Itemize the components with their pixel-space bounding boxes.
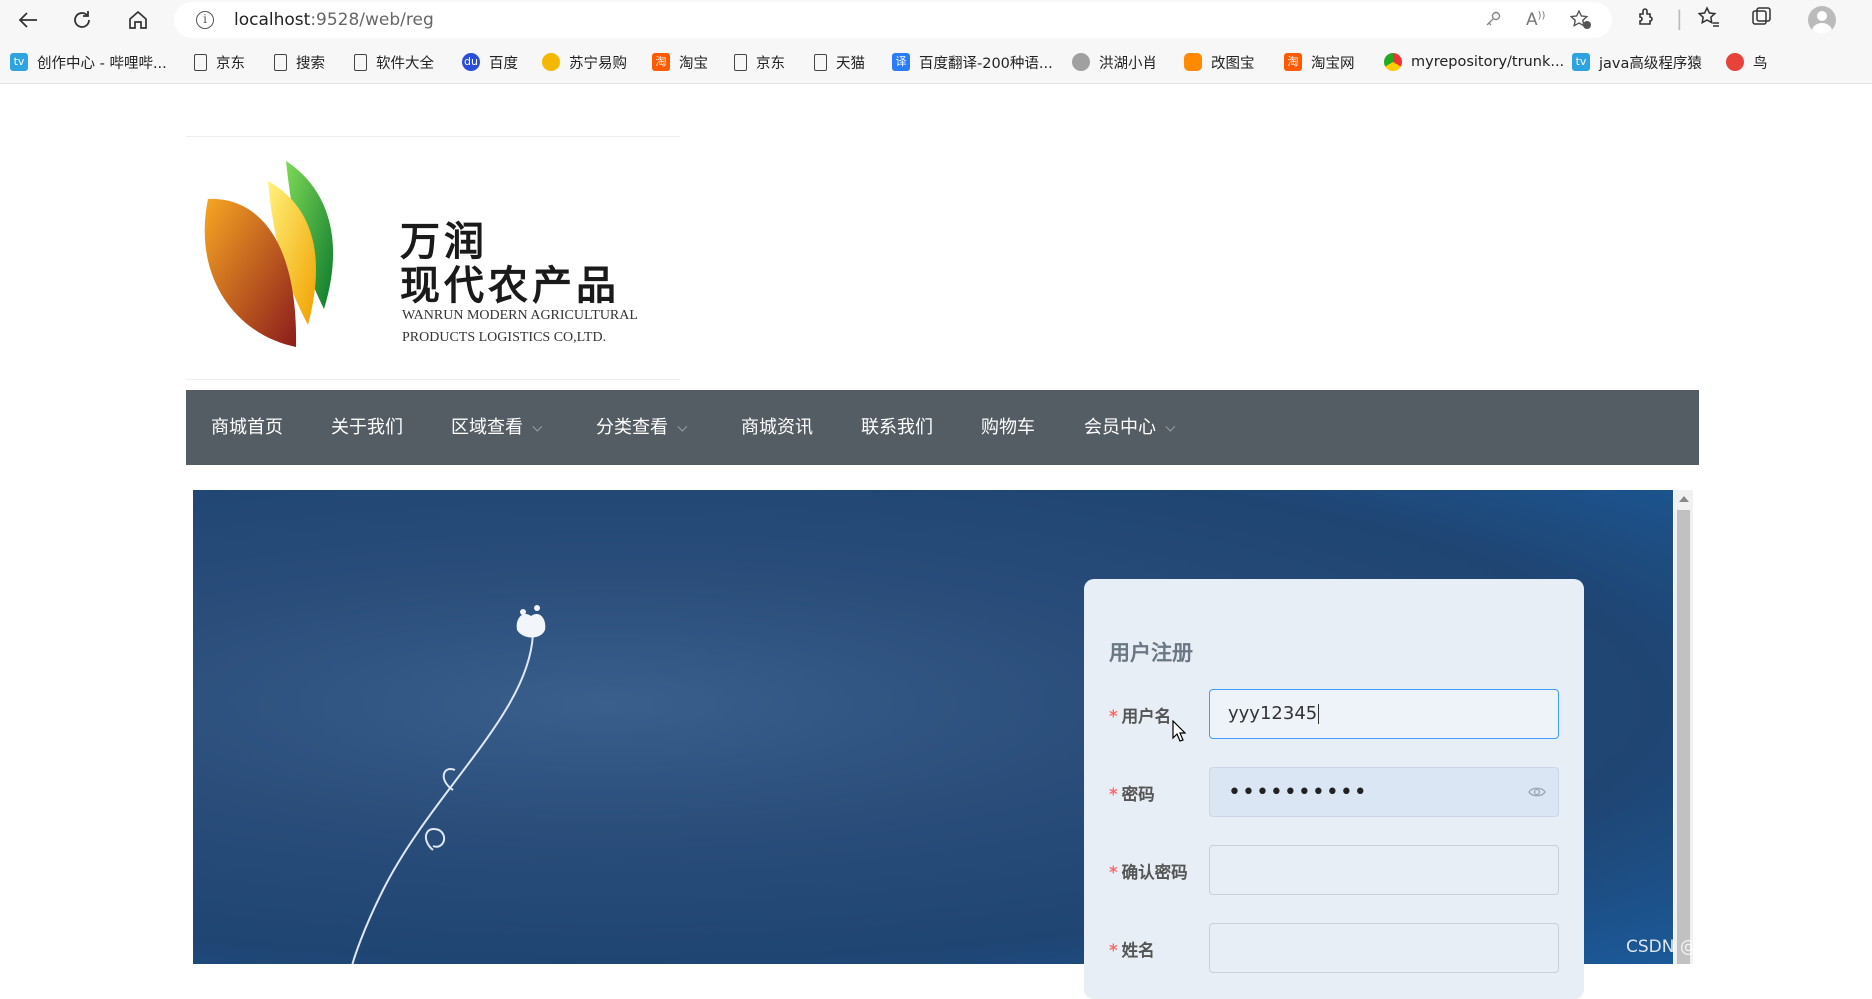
baidu-icon: du bbox=[462, 53, 480, 71]
page-icon bbox=[734, 53, 747, 71]
red-bird-icon bbox=[1726, 53, 1744, 71]
nav-item-home[interactable]: 商城首页 bbox=[211, 390, 283, 465]
username-label: * 用户名 bbox=[1109, 707, 1172, 726]
register-form-card: 用户注册 * 用户名 yyy12345 * 密码 •••••••••• * 确认密码 … bbox=[1084, 579, 1584, 999]
bookmark-item[interactable]: 搜索 bbox=[274, 51, 325, 73]
page-icon bbox=[354, 53, 367, 71]
nav-item-category[interactable]: 分类查看 bbox=[596, 390, 688, 465]
chevron-down-icon bbox=[532, 421, 543, 432]
profile-avatar-icon[interactable] bbox=[1808, 6, 1836, 34]
bookmark-item[interactable]: tv 创作中心 - 哔哩哔... bbox=[10, 51, 167, 73]
scroll-up-icon[interactable] bbox=[1679, 496, 1689, 502]
nav-item-cart[interactable]: 购物车 bbox=[981, 390, 1035, 465]
address-bar[interactable]: i localhost:9528/web/reg A)) bbox=[174, 2, 1612, 38]
bookmark-item[interactable]: 软件大全 bbox=[354, 51, 434, 73]
url-text: localhost:9528/web/reg bbox=[234, 10, 434, 30]
logo-leaves-icon bbox=[204, 161, 334, 347]
bookmark-item[interactable]: du 百度 bbox=[462, 51, 518, 73]
key-icon[interactable] bbox=[1484, 10, 1502, 33]
bookmarks-bar: tv 创作中心 - 哔哩哔... 京东 搜索 软件大全 du 百度 苏宁易购 淘淘宝… bbox=[0, 40, 1872, 84]
confirm-password-input[interactable] bbox=[1209, 845, 1559, 895]
read-aloud-icon[interactable]: A)) bbox=[1526, 10, 1545, 30]
eye-icon[interactable] bbox=[1528, 783, 1546, 801]
bookmark-item[interactable]: 苏宁易购 bbox=[542, 51, 627, 73]
csdn-watermark: CSDN @程序猿毕业分享网 bbox=[1626, 937, 1833, 957]
confirm-password-label: * 确认密码 bbox=[1109, 863, 1188, 882]
chrome-icon bbox=[1384, 53, 1402, 71]
nav-item-news[interactable]: 商城资讯 bbox=[741, 390, 813, 465]
nav-item-about[interactable]: 关于我们 bbox=[331, 390, 403, 465]
logo-en-line1: WANRUN MODERN AGRICULTURAL bbox=[402, 308, 638, 323]
password-input[interactable]: •••••••••• bbox=[1209, 767, 1559, 817]
register-title: 用户注册 bbox=[1109, 641, 1193, 665]
back-icon[interactable] bbox=[14, 6, 42, 34]
main-nav: 商城首页 关于我们 区域查看 分类查看 商城资讯 联系我们 购物车 会员中心 bbox=[186, 390, 1699, 465]
bilibili-icon: tv bbox=[10, 53, 28, 71]
bookmark-item[interactable]: 洪湖小肖 bbox=[1072, 51, 1157, 73]
name-label: * 姓名 bbox=[1109, 941, 1155, 960]
bookmark-item[interactable]: 淘淘宝网 bbox=[1284, 51, 1355, 73]
bookmark-item[interactable]: 京东 bbox=[194, 51, 245, 73]
home-icon[interactable] bbox=[124, 6, 152, 34]
favorites-icon[interactable] bbox=[1697, 6, 1720, 33]
password-label: * 密码 bbox=[1109, 785, 1155, 804]
bookmark-item[interactable]: tv java高级程序猿 bbox=[1572, 51, 1702, 73]
suning-icon bbox=[542, 53, 560, 71]
username-input[interactable]: yyy12345 bbox=[1209, 689, 1559, 739]
scroll-thumb[interactable] bbox=[1677, 510, 1690, 964]
hero-scrollbar[interactable] bbox=[1674, 490, 1693, 964]
favorite-add-icon[interactable] bbox=[1569, 9, 1592, 35]
mouse-pointer-icon bbox=[1172, 719, 1187, 746]
bookmark-item[interactable]: 天猫 bbox=[814, 51, 865, 73]
reload-icon[interactable] bbox=[68, 6, 96, 34]
site-logo[interactable]: 万润 现代农产品 WANRUN MODERN AGRICULTURAL PROD… bbox=[186, 136, 680, 380]
logo-en-line2: PRODUCTS LOGISTICS CO,LTD. bbox=[402, 330, 607, 345]
nav-item-region[interactable]: 区域查看 bbox=[451, 390, 543, 465]
taobao-icon: 淘 bbox=[652, 53, 670, 71]
toolbar-divider: | bbox=[1676, 6, 1683, 30]
name-input[interactable] bbox=[1209, 923, 1559, 973]
extensions-icon[interactable] bbox=[1636, 6, 1658, 33]
gaitubao-icon bbox=[1184, 53, 1202, 71]
bird-icon bbox=[1072, 53, 1090, 71]
page-icon bbox=[194, 53, 207, 71]
browser-toolbar: i localhost:9528/web/reg A)) | bbox=[0, 0, 1872, 40]
taobao-icon: 淘 bbox=[1284, 53, 1302, 71]
page-icon bbox=[814, 53, 827, 71]
nav-item-member[interactable]: 会员中心 bbox=[1084, 390, 1176, 465]
bookmark-item[interactable]: myrepository/trunk... bbox=[1384, 51, 1564, 73]
bookmark-item[interactable]: 京东 bbox=[734, 51, 785, 73]
logo-cn-line2: 现代农产品 bbox=[400, 262, 620, 309]
bookmark-item[interactable]: 淘淘宝 bbox=[652, 51, 708, 73]
bookmark-item[interactable]: 译百度翻译-200种语... bbox=[892, 51, 1053, 73]
bookmark-item[interactable]: 鸟 bbox=[1726, 51, 1768, 73]
nav-item-contact[interactable]: 联系我们 bbox=[861, 390, 933, 465]
page-icon bbox=[274, 53, 287, 71]
bookmark-item[interactable]: 改图宝 bbox=[1184, 51, 1255, 73]
chevron-down-icon bbox=[1165, 421, 1176, 432]
translate-icon: 译 bbox=[892, 53, 910, 71]
collections-icon[interactable] bbox=[1750, 6, 1772, 33]
bilibili-icon: tv bbox=[1572, 53, 1590, 71]
chevron-down-icon bbox=[677, 421, 688, 432]
site-info-icon[interactable]: i bbox=[196, 11, 214, 29]
